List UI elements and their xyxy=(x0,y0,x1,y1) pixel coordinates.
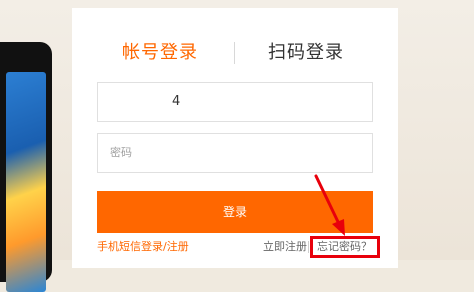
phone-illustration xyxy=(0,42,52,292)
account-field[interactable]: 4 xyxy=(97,82,373,122)
login-card: 帐号登录 扫码登录 4 密码 登录 手机短信登录/注册 立即注册 忘记密码？ xyxy=(72,8,398,268)
login-tabs: 帐号登录 扫码登录 xyxy=(72,36,398,70)
password-placeholder: 密码 xyxy=(110,146,132,159)
forgot-password-highlight-box xyxy=(310,236,380,258)
sms-login-link[interactable]: 手机短信登录/注册 xyxy=(97,238,189,256)
tab-qr-login[interactable]: 扫码登录 xyxy=(268,36,344,70)
account-field-value: 4 xyxy=(172,94,181,109)
tab-divider xyxy=(234,42,235,64)
password-field[interactable]: 密码 xyxy=(97,133,373,173)
tab-account-login[interactable]: 帐号登录 xyxy=(122,36,198,70)
link-separator xyxy=(308,241,309,253)
register-link[interactable]: 立即注册 xyxy=(263,238,307,256)
login-button[interactable]: 登录 xyxy=(97,191,373,233)
phone-screen-wallpaper xyxy=(6,72,46,292)
